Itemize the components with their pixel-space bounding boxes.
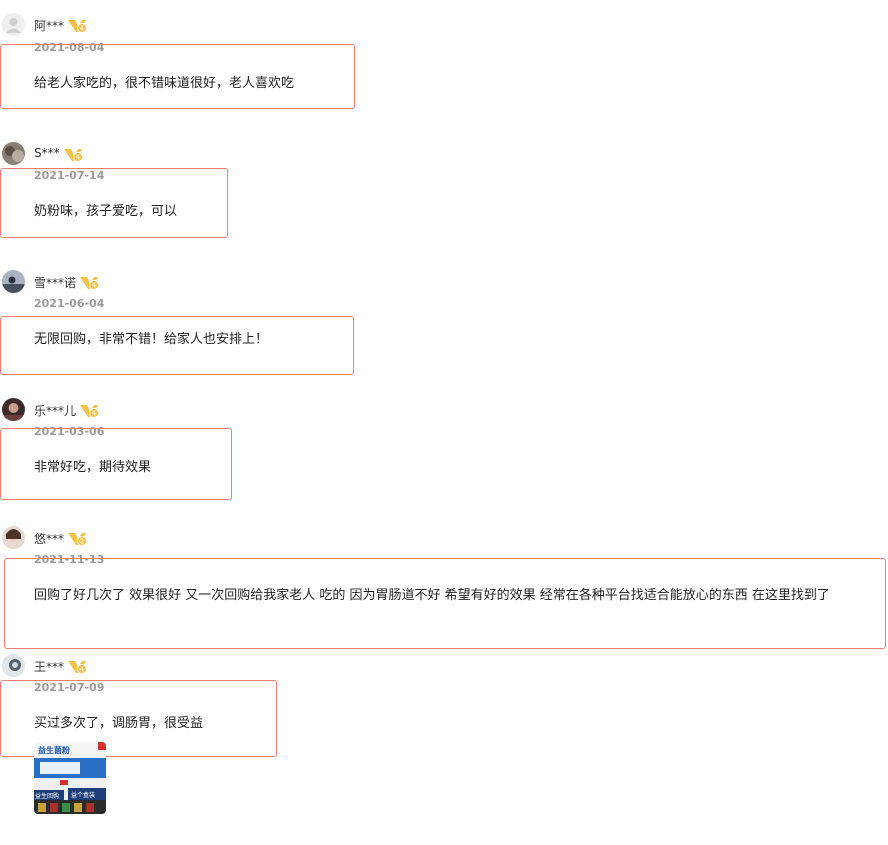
vip-level-badge-icon: 4 xyxy=(67,658,87,674)
username: 阿*** xyxy=(34,19,65,33)
review-text: 奶粉味，孩子爱吃，可以 xyxy=(34,204,178,219)
review-date: 2021-06-04 xyxy=(34,297,105,310)
review-text: 买过多次了，调肠胃，很受益 xyxy=(34,716,204,731)
vip-level-badge-icon: 4 xyxy=(79,402,99,418)
username: 王*** xyxy=(34,660,65,674)
svg-text:4: 4 xyxy=(76,154,81,162)
svg-text:4: 4 xyxy=(80,25,85,33)
username: 悠*** xyxy=(34,532,65,546)
comment-highlight-box xyxy=(4,558,886,649)
svg-text:益生菌粉: 益生菌粉 xyxy=(38,745,70,755)
svg-text:益生回购: 益生回购 xyxy=(35,792,59,800)
user-avatar[interactable] xyxy=(2,270,25,293)
user-avatar[interactable] xyxy=(2,142,25,165)
review-text: 无限回购，非常不错！给家人也安排上！ xyxy=(34,332,269,347)
review-photo[interactable]: 益生菌粉 益生回购 益个盒装 xyxy=(34,742,106,814)
review-text: 非常好吃，期待效果 xyxy=(34,460,152,475)
vip-level-badge-icon: 4 xyxy=(63,146,83,162)
user-avatar[interactable] xyxy=(2,526,25,549)
username: 雪***诺 xyxy=(34,276,77,290)
svg-text:益个盒装: 益个盒装 xyxy=(71,791,95,799)
vip-level-badge-icon: 4 xyxy=(79,274,99,290)
username: S*** xyxy=(34,146,60,160)
review-text: 回购了好几次了 效果很好 又一次回购给我家老人 吃的 因为胃肠道不好 希望有好的… xyxy=(34,588,830,603)
svg-text:4: 4 xyxy=(92,410,97,418)
user-avatar[interactable] xyxy=(2,654,25,677)
svg-text:4: 4 xyxy=(92,282,97,290)
svg-text:4: 4 xyxy=(80,666,85,674)
username: 乐***儿 xyxy=(34,404,77,418)
vip-level-badge-icon: 2 xyxy=(67,530,87,546)
vip-level-badge-icon: 4 xyxy=(67,17,87,33)
default-avatar-icon[interactable] xyxy=(2,13,25,36)
review-text: 给老人家吃的，很不错味道很好，老人喜欢吃 xyxy=(34,76,295,91)
svg-text:2: 2 xyxy=(80,538,84,546)
user-avatar[interactable] xyxy=(2,398,25,421)
